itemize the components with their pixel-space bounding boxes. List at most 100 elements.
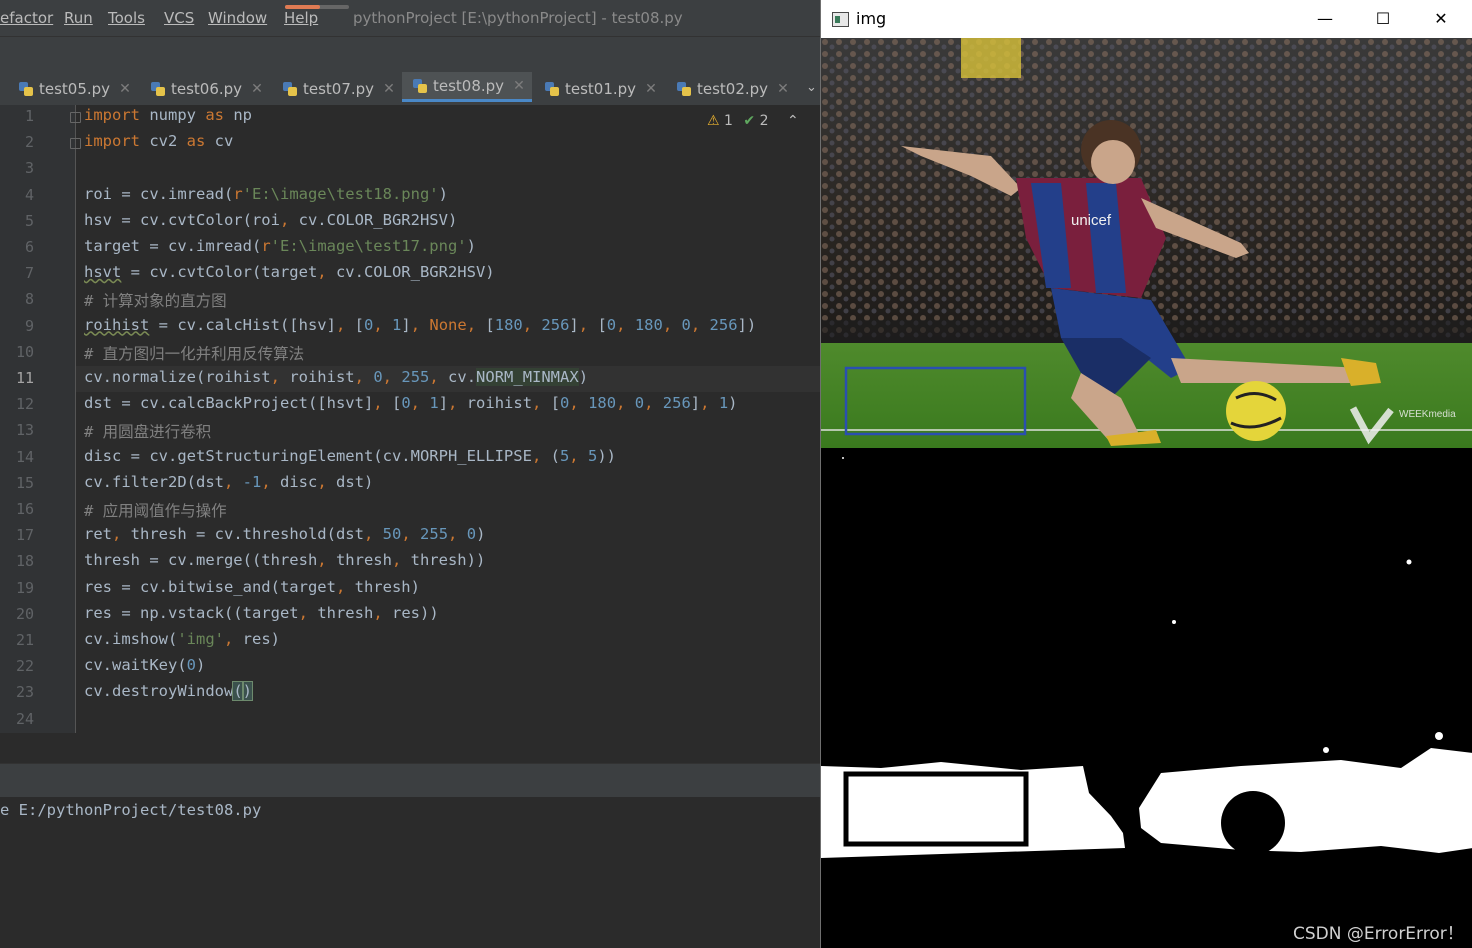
close-button[interactable]: ✕ [1412, 0, 1470, 38]
tab-test01[interactable]: test01.py ✕ [544, 72, 670, 105]
code-line[interactable]: dst = cv.calcBackProject([hsvt], [0, 1],… [84, 394, 738, 412]
progress-indicator [285, 5, 349, 9]
menu-run[interactable]: Run [64, 9, 93, 27]
line-number: 21 [15, 631, 34, 649]
python-file-icon [412, 78, 428, 94]
line-number: 16 [15, 500, 34, 518]
line-number: 19 [15, 578, 34, 597]
editor-tabs: test05.py ✕ test06.py ✕ test07.py ✕ test08.… [0, 72, 820, 106]
threshold-mask [821, 448, 1472, 948]
check-icon: ✔ [743, 113, 756, 129]
code-line[interactable]: import numpy as np [84, 106, 252, 124]
window-title: pythonProject [E:\pythonProject] - test0… [353, 9, 683, 27]
code-line[interactable]: hsvt = cv.cvtColor(target, cv.COLOR_BGR2… [84, 263, 495, 281]
maximize-button[interactable]: ☐ [1354, 0, 1412, 38]
run-panel-header [0, 763, 820, 798]
line-number: 13 [15, 421, 34, 440]
line-number: 1 [24, 107, 34, 125]
tab-test02[interactable]: test02.py ✕ [676, 72, 802, 105]
app-icon [832, 12, 849, 27]
code-line[interactable]: cv.normalize(roihist, roihist, 0, 255, c… [84, 368, 588, 386]
menu-help[interactable]: Help [284, 9, 318, 27]
tab-label: test07.py [303, 79, 375, 98]
tab-label: test05.py [39, 79, 111, 98]
close-icon[interactable]: ✕ [645, 81, 657, 97]
toolbar [0, 36, 820, 73]
close-icon[interactable]: ✕ [251, 81, 263, 97]
soccer-photo: unicef WEEKmedia [821, 38, 1472, 448]
tab-label: test01.py [565, 79, 637, 98]
chevron-up-icon[interactable]: ⌃ [787, 113, 799, 129]
code-line[interactable]: # 应用阈值作与操作 [84, 499, 227, 521]
code-line[interactable]: # 用圆盘进行卷积 [84, 420, 211, 442]
code-line[interactable]: cv.destroyWindow() [84, 681, 254, 702]
logo-text: WEEKmedia [1399, 409, 1456, 420]
window-titlebar[interactable]: img — ☐ ✕ [821, 0, 1472, 38]
horizontal-scrollbar[interactable] [0, 733, 820, 763]
line-number: 10 [15, 342, 34, 361]
python-file-icon [676, 81, 692, 97]
menu-refactor[interactable]: efactor [0, 9, 53, 27]
menu-bar: efactor Run Tools VCS Window Help python… [0, 0, 820, 36]
code-line[interactable]: hsv = cv.cvtColor(roi, cv.COLOR_BGR2HSV) [84, 211, 457, 229]
fold-marker-icon[interactable] [70, 138, 81, 150]
close-icon[interactable]: ✕ [513, 78, 525, 94]
code-line[interactable]: roi = cv.imread(r'E:\image\test18.png') [84, 185, 448, 203]
close-icon[interactable]: ✕ [777, 81, 789, 97]
line-number: 23 [15, 683, 34, 702]
line-number: 11 [15, 369, 34, 387]
code-line[interactable]: cv.filter2D(dst, -1, disc, dst) [84, 473, 373, 491]
line-number: 14 [15, 447, 34, 466]
chevron-down-icon[interactable]: ⌄ [806, 80, 817, 95]
inspection-widget[interactable]: ⚠ 1 ✔ 2 ⌃ [707, 113, 799, 129]
line-number: 15 [15, 473, 34, 492]
watermark-text: CSDN @ErrorError！ [1293, 924, 1464, 944]
line-number: 5 [24, 211, 34, 230]
tab-test05[interactable]: test05.py ✕ [18, 72, 146, 105]
python-file-icon [18, 81, 34, 97]
code-line[interactable]: import cv2 as cv [84, 132, 233, 150]
code-line[interactable]: target = cv.imread(r'E:\image\test17.png… [84, 237, 476, 255]
code-line[interactable]: cv.waitKey(0) [84, 656, 205, 674]
tab-test06[interactable]: test06.py ✕ [150, 72, 278, 105]
code-line[interactable]: roihist = cv.calcHist([hsv], [0, 1], Non… [84, 316, 756, 334]
python-file-icon [150, 81, 166, 97]
line-number: 6 [24, 238, 34, 256]
minimize-button[interactable]: — [1296, 0, 1354, 38]
tab-test07[interactable]: test07.py ✕ [282, 72, 408, 105]
opencv-image-window: img — ☐ ✕ unicef WEEKmedia CSDN @ErrorEr… [820, 0, 1472, 948]
run-command-text: e E:/pythonProject/test08.py [0, 801, 262, 819]
line-number: 9 [24, 316, 34, 335]
close-icon[interactable]: ✕ [119, 81, 131, 97]
line-number: 24 [15, 709, 34, 728]
line-number: 3 [24, 159, 34, 178]
code-line[interactable]: res = np.vstack((target, thresh, res)) [84, 604, 439, 622]
tab-label: test02.py [697, 79, 769, 98]
line-number: 22 [15, 657, 34, 676]
code-line[interactable]: res = cv.bitwise_and(target, thresh) [84, 578, 420, 596]
fold-marker-icon[interactable] [70, 112, 81, 123]
close-icon[interactable]: ✕ [383, 81, 395, 97]
line-number: 18 [15, 552, 34, 571]
code-line[interactable]: ret, thresh = cv.threshold(dst, 50, 255,… [84, 525, 485, 543]
ok-count: 2 [759, 113, 769, 129]
code-line[interactable]: cv.imshow('img', res) [84, 630, 280, 648]
code-editor[interactable]: 1 2 3 4 5 6 7 8 9 10 11 12 13 14 15 16 17 18 19 20 21 22 23 24 … [0, 105, 820, 733]
code-line[interactable]: # 计算对象的直方图 [84, 289, 227, 311]
warning-count: 1 [724, 113, 733, 129]
tab-label: test08.py [433, 76, 505, 95]
menu-tools[interactable]: Tools [108, 9, 145, 27]
line-number: 8 [24, 290, 34, 309]
window-title: img [856, 9, 887, 28]
run-console: e E:/pythonProject/test08.py [0, 797, 820, 948]
sponsor-text: unicef [1071, 212, 1112, 229]
tab-test08[interactable]: test08.py ✕ [402, 72, 532, 102]
code-line[interactable]: # 直方图归一化并利用反传算法 [84, 342, 304, 364]
line-number: 2 [24, 133, 34, 152]
code-line[interactable]: thresh = cv.merge((thresh, thresh, thres… [84, 551, 485, 569]
soccer-ball [1226, 381, 1286, 441]
menu-vcs[interactable]: VCS [164, 9, 194, 27]
menu-window[interactable]: Window [208, 9, 267, 27]
code-line[interactable]: disc = cv.getStructuringElement(cv.MORPH… [84, 447, 616, 465]
line-number: 20 [15, 604, 34, 623]
